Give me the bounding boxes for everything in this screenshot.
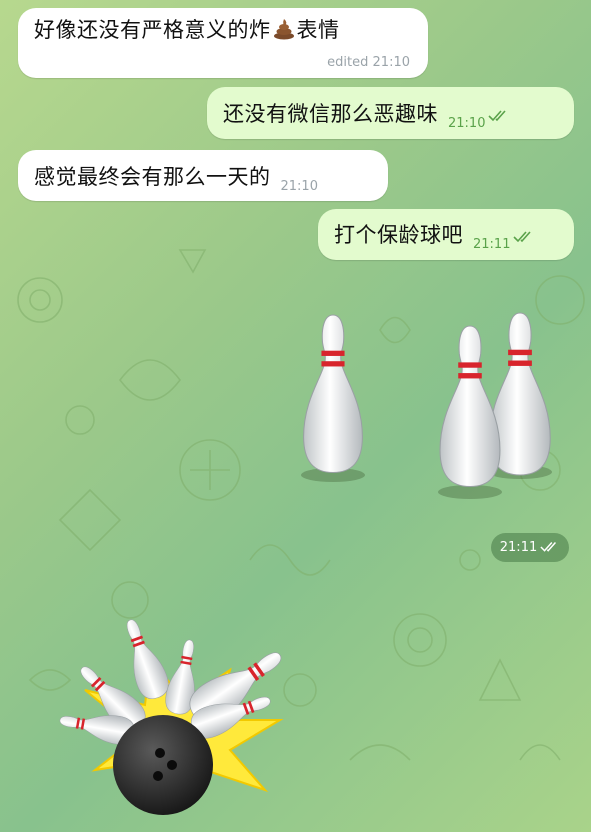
message-bubble-outgoing[interactable]: 打个保龄球吧 21:11 — [318, 209, 574, 260]
read-checkmarks-icon — [540, 535, 560, 564]
read-checkmarks-icon — [513, 228, 535, 247]
edited-label: edited — [327, 55, 369, 70]
message-text: 还没有微信那么恶趣味 — [223, 102, 438, 126]
message-bubble-outgoing[interactable]: 还没有微信那么恶趣味 21:10 — [207, 87, 574, 139]
message-text: 打个保龄球吧 — [334, 223, 463, 247]
sticker-time-badge: 21:11 — [491, 533, 569, 562]
message-time: 21:10 — [372, 55, 410, 70]
message-text: 好像还没有严格意义的炸 — [34, 18, 271, 42]
read-checkmarks-icon — [488, 107, 510, 126]
message-time: 21:10 — [448, 116, 486, 131]
message-text-tail: 表情 — [296, 18, 340, 42]
message-time: 21:10 — [280, 179, 318, 194]
message-time: 21:11 — [499, 540, 538, 555]
message-text: 感觉最终会有那么一天的 — [34, 165, 271, 189]
message-bubble-incoming[interactable]: 好像还没有严格意义的炸 表情 edited 21:10 — [18, 8, 428, 78]
message-time: 21:11 — [473, 237, 511, 252]
message-bubble-incoming[interactable]: 感觉最终会有那么一天的 21:10 — [18, 150, 388, 201]
pile-of-poo-icon — [272, 16, 296, 44]
